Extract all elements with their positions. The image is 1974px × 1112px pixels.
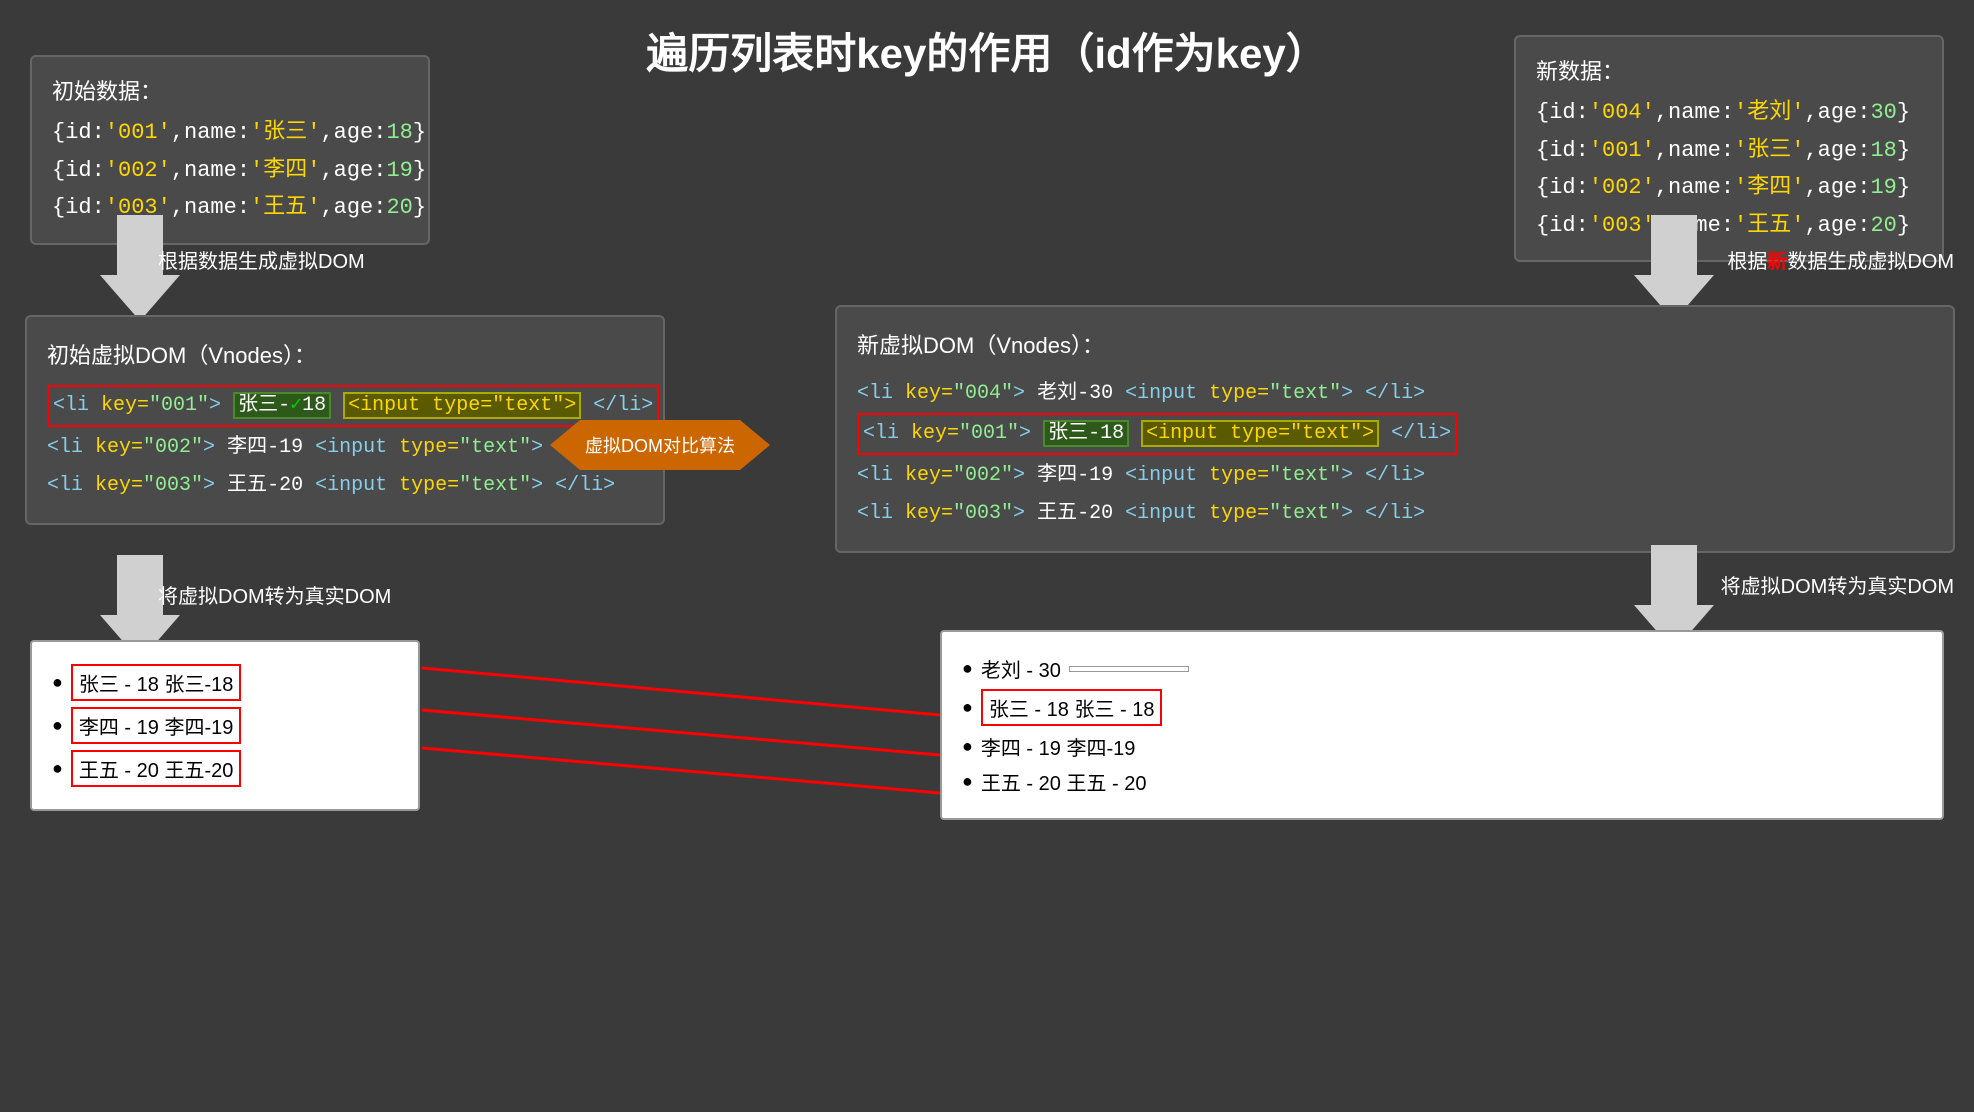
real-dom-new-row-1: ● 老刘 - 30 [962, 654, 1922, 683]
real-dom-new-row-4: ● 王五 - 20 王五 - 20 [962, 767, 1922, 796]
real-dom-new-item-4-text: 王五 - 20 王五 - 20 [981, 767, 1147, 796]
double-arrow-shape: 虚拟DOM对比算法 [580, 420, 740, 470]
real-dom-initial-row-3: ● 王五 - 20 王五-20 [52, 750, 398, 787]
vdom-new-row-2: <li key="001"> 张三-18 <input type="text">… [857, 413, 1457, 455]
arrow-label-2: 根据新数据生成虚拟DOM [1727, 245, 1954, 274]
real-dom-initial-item-2-bordered: 李四 - 19 李四-19 [71, 707, 241, 744]
real-dom-new-item-1-text: 老刘 - 30 [981, 654, 1061, 683]
compare-algo-arrow: 虚拟DOM对比算法 [550, 400, 770, 490]
arrow-label-3: 将虚拟DOM转为真实DOM [158, 580, 391, 609]
arrow-label-4: 将虚拟DOM转为真实DOM [1721, 570, 1954, 599]
input-highlight-new: <input type="text"> [1141, 420, 1379, 447]
initial-data-label: 初始数据： [52, 73, 408, 110]
vdom-new-row-4: <li key="003"> 王五-20 <input type="text">… [857, 495, 1933, 533]
real-dom-new-item-1-input[interactable] [1069, 666, 1189, 672]
real-dom-initial-row-2: ● 李四 - 19 李四-19 [52, 707, 398, 744]
real-dom-new-item-3-text: 李四 - 19 李四-19 [981, 732, 1135, 761]
real-dom-initial-item-3-bordered: 王五 - 20 王五-20 [71, 750, 241, 787]
new-data-box: 新数据： {id:'004',name:'老刘',age:30} {id:'00… [1514, 35, 1944, 262]
initial-data-line-1: {id:'001',name:'张三',age:18} [52, 114, 408, 151]
initial-data-line-2: {id:'002',name:'李四',age:19} [52, 152, 408, 189]
vdom-new-row-3: <li key="002"> 李四-19 <input type="text">… [857, 457, 1933, 495]
initial-data-box: 初始数据： {id:'001',name:'张三',age:18} {id:'0… [30, 55, 430, 245]
new-data-line-1: {id:'004',name:'老刘',age:30} [1536, 94, 1922, 131]
name-highlight-initial: 张三-✓18 [233, 392, 331, 419]
real-dom-new-item-2-bordered: 张三 - 18 张三 - 18 [981, 689, 1163, 726]
real-dom-initial-item-1-bordered: 张三 - 18 张三-18 [71, 664, 241, 701]
page-title: 遍历列表时key的作用（id作为key） [646, 20, 1327, 81]
new-data-line-2: {id:'001',name:'张三',age:18} [1536, 132, 1922, 169]
real-dom-new-row-2: ● 张三 - 18 张三 - 18 [962, 689, 1922, 726]
vdom-new-row-1: <li key="004"> 老刘-30 <input type="text">… [857, 375, 1933, 413]
input-highlight-initial: <input type="text"> [343, 392, 581, 419]
new-real-dom-box: ● 老刘 - 30 ● 张三 - 18 张三 - 18 ● 李四 - 19 李四… [940, 630, 1944, 820]
name-highlight-new: 张三-18 [1043, 420, 1129, 447]
new-vdom-box: 新虚拟DOM（Vnodes）： <li key="004"> 老刘-30 <in… [835, 305, 1955, 553]
new-data-line-3: {id:'002',name:'李四',age:19} [1536, 169, 1922, 206]
real-dom-initial-row-1: ● 张三 - 18 张三-18 [52, 664, 398, 701]
arrow-label-1: 根据数据生成虚拟DOM [158, 245, 365, 274]
new-vdom-title: 新虚拟DOM（Vnodes）： [857, 325, 1933, 367]
new-data-label: 新数据： [1536, 53, 1922, 90]
new-data-line-4: {id:'003',name:'王五',age:20} [1536, 207, 1922, 244]
initial-real-dom-box: ● 张三 - 18 张三-18 ● 李四 - 19 李四-19 ● 王五 - 2… [30, 640, 420, 811]
real-dom-new-row-3: ● 李四 - 19 李四-19 [962, 732, 1922, 761]
compare-algo-label: 虚拟DOM对比算法 [585, 432, 735, 458]
initial-vdom-title: 初始虚拟DOM（Vnodes）： [47, 335, 643, 377]
